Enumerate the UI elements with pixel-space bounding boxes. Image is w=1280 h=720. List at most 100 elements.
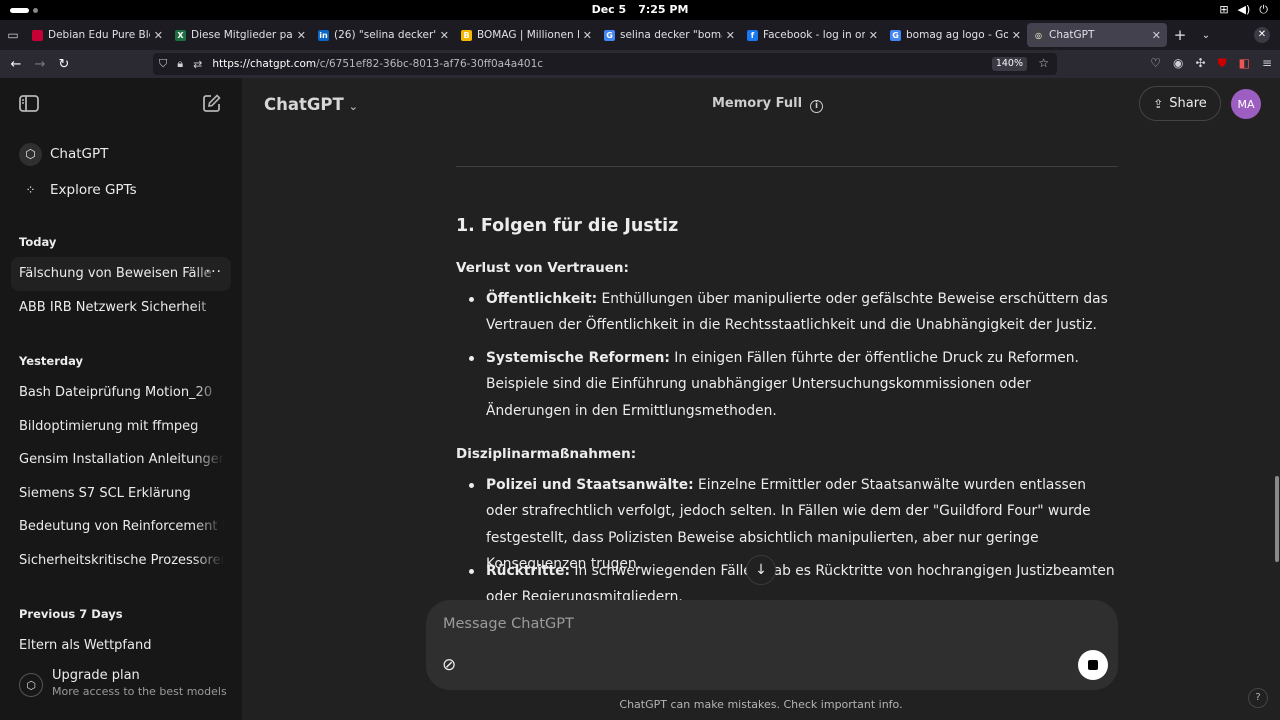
browser-tab-strip: ▭ Debian Edu Pure Blend ✕ X Diese Mitgliede… bbox=[0, 20, 1280, 50]
model-selector[interactable]: ChatGPT ⌄ bbox=[264, 95, 358, 114]
chat-main: ChatGPT ⌄ Memory Full i ⇪ Share MA 1. Folge… bbox=[242, 78, 1280, 720]
upgrade-plan-button[interactable]: ⬡ Upgrade plan More access to the best m… bbox=[19, 668, 227, 698]
sidebar-item-label: Explore GPTs bbox=[50, 182, 137, 198]
bookmark-star-icon[interactable]: ☆ bbox=[1038, 56, 1049, 70]
browser-tab[interactable]: in (26) "selina decker" | Su ✕ bbox=[312, 23, 455, 47]
more-options-icon[interactable]: ··· bbox=[206, 264, 222, 280]
tab-title: (26) "selina decker" | Su bbox=[334, 29, 436, 41]
account-icon[interactable]: ◉ bbox=[1173, 56, 1183, 71]
system-top-bar: Dec 5 7:25 PM ⊞ ◀) ⏻ bbox=[0, 0, 1280, 20]
section-header-today: Today bbox=[19, 235, 57, 249]
chat-title: Fälschung von Beweisen Fälle bbox=[19, 266, 212, 282]
menu-hamburger-icon[interactable]: ≡ bbox=[1262, 56, 1272, 71]
chat-history-item[interactable]: Sicherheitskritische Prozessorenwa bbox=[0, 544, 242, 578]
share-button[interactable]: ⇪ Share bbox=[1139, 86, 1221, 121]
tab-title: BOMAG | Millionen Kilo bbox=[477, 29, 579, 41]
pocket-icon[interactable]: ♡ bbox=[1150, 56, 1161, 71]
tab-title: Facebook - log in or sig bbox=[763, 29, 865, 41]
chat-history-item[interactable]: ABB IRB Netzwerk Sicherheit bbox=[0, 291, 242, 325]
avatar[interactable]: MA bbox=[1231, 89, 1261, 119]
help-button[interactable]: ? bbox=[1248, 688, 1268, 708]
section-header-previous-7-days: Previous 7 Days bbox=[19, 607, 123, 621]
browser-tab[interactable]: ◎ ChatGPT ✕ bbox=[1027, 23, 1167, 47]
browser-nav-bar: ← → ↻ ⛉ 🔒︎ ⇄ https://chatgpt.com/c/6751e… bbox=[0, 50, 1280, 78]
section-header-yesterday: Yesterday bbox=[19, 354, 84, 368]
system-tray[interactable]: ⊞ ◀) ⏻ bbox=[1219, 3, 1268, 17]
model-name: ChatGPT bbox=[264, 95, 344, 114]
sidebar-item-chatgpt[interactable]: ⬡ ChatGPT bbox=[0, 136, 242, 172]
lock-icon[interactable]: 🔒︎ bbox=[177, 57, 183, 71]
close-tab-icon[interactable]: ✕ bbox=[297, 29, 306, 42]
scroll-to-bottom-arrow-icon[interactable]: ↓ bbox=[746, 555, 776, 585]
chat-title: ABB IRB Netzwerk Sicherheit bbox=[19, 299, 207, 315]
address-bar[interactable]: ⛉ 🔒︎ ⇄ https://chatgpt.com/c/6751ef82-36… bbox=[153, 53, 1057, 75]
tab-title: ChatGPT bbox=[1049, 29, 1095, 41]
chat-history-item[interactable]: Gensim Installation Anleitungen bbox=[0, 443, 242, 477]
close-window-icon[interactable]: ✕ bbox=[1254, 27, 1270, 43]
favicon-icon: X bbox=[175, 29, 186, 41]
memory-status[interactable]: Memory Full i bbox=[712, 96, 824, 113]
browser-tab[interactable]: Debian Edu Pure Blend ✕ bbox=[26, 23, 169, 47]
firefox-view-icon[interactable]: ▭ bbox=[0, 28, 26, 42]
toolbar-extensions: ♡ ◉ ✣ ⛊ ◧ ≡ bbox=[1150, 56, 1272, 71]
extension-flag-icon[interactable]: ◧ bbox=[1239, 56, 1250, 71]
browser-tab[interactable]: Gselina decker "bomag" - ✕ bbox=[598, 23, 741, 47]
clock-date: Dec 5 bbox=[591, 3, 627, 16]
chat-history-item[interactable]: Fälschung von Beweisen Fälle ··· bbox=[11, 257, 231, 291]
extensions-icon[interactable]: ✣ bbox=[1196, 56, 1206, 71]
sidebar-item-explore-gpts[interactable]: ⁘ Explore GPTs bbox=[0, 172, 242, 208]
url-text[interactable]: https://chatgpt.com/c/6751ef82-36bc-8013… bbox=[212, 58, 543, 70]
tab-title: Debian Edu Pure Blend bbox=[48, 29, 150, 41]
chat-sidebar: ⬡ ChatGPT ⁘ Explore GPTs Today Fälschung v… bbox=[0, 78, 242, 720]
close-tab-icon[interactable]: ✕ bbox=[1152, 29, 1161, 42]
share-icon: ⇪ bbox=[1153, 96, 1164, 111]
reload-icon[interactable]: ↻ bbox=[52, 57, 76, 72]
browser-tab[interactable]: Gbomag ag logo - Google ✕ bbox=[884, 23, 1027, 47]
close-tab-icon[interactable]: ✕ bbox=[440, 29, 449, 42]
new-tab-button[interactable]: + bbox=[1167, 26, 1193, 44]
system-clock[interactable]: Dec 5 7:25 PM bbox=[0, 3, 1280, 16]
bullet-term: Systemische Reformen: bbox=[486, 350, 670, 366]
chat-history-item[interactable]: Bildoptimierung mit ffmpeg bbox=[0, 410, 242, 444]
message-composer[interactable]: Message ChatGPT ⊘ bbox=[426, 600, 1118, 690]
paperclip-icon[interactable]: ⊘ bbox=[442, 655, 456, 675]
chevron-down-icon: ⌄ bbox=[348, 100, 358, 113]
disclaimer-text: ChatGPT can make mistakes. Check importa… bbox=[619, 698, 903, 711]
list-item: Systemische Reformen: In einigen Fällen … bbox=[469, 345, 1118, 424]
stop-generating-button[interactable] bbox=[1078, 650, 1108, 680]
message-input-placeholder[interactable]: Message ChatGPT bbox=[443, 616, 574, 632]
bullet-term: Rücktritte: bbox=[486, 563, 570, 579]
url-path: /c/6751ef82-36bc-8013-af76-30ff0a4a401c bbox=[316, 58, 544, 70]
sidebar-toggle-icon[interactable] bbox=[19, 95, 39, 112]
new-chat-icon[interactable] bbox=[202, 94, 221, 113]
chat-header: ChatGPT ⌄ Memory Full i ⇪ Share MA bbox=[242, 78, 1280, 130]
browser-tab[interactable]: f Facebook - log in or sig ✕ bbox=[741, 23, 884, 47]
conversation: 1. Folgen für die Justiz Verlust von Ver… bbox=[456, 130, 1118, 602]
zoom-level-badge[interactable]: 140% bbox=[991, 57, 1027, 71]
chat-title: Sicherheitskritische Prozessorenwa bbox=[19, 552, 224, 568]
share-label: Share bbox=[1169, 96, 1207, 111]
memory-label: Memory Full bbox=[712, 96, 803, 111]
close-tab-icon[interactable]: ✕ bbox=[726, 29, 735, 42]
back-arrow-icon[interactable]: ← bbox=[4, 57, 28, 72]
chat-title: Bash Dateiprüfung Motion_20 bbox=[19, 385, 213, 401]
info-icon[interactable]: i bbox=[810, 100, 824, 113]
close-tab-icon[interactable]: ✕ bbox=[583, 29, 592, 42]
close-tab-icon[interactable]: ✕ bbox=[869, 29, 878, 42]
chat-history-item[interactable]: Eltern als Wettpfand bbox=[0, 629, 242, 663]
power-icon: ⏻ bbox=[1259, 3, 1268, 16]
close-tab-icon[interactable]: ✕ bbox=[1012, 29, 1021, 42]
chat-history-item[interactable]: Bedeutung von Reinforcement Lear bbox=[0, 510, 242, 544]
divider bbox=[456, 166, 1118, 167]
chat-history-item[interactable]: Siemens S7 SCL Erklärung bbox=[0, 477, 242, 511]
permissions-icon[interactable]: ⇄ bbox=[193, 58, 202, 71]
forward-arrow-icon[interactable]: → bbox=[28, 57, 52, 72]
ublock-icon[interactable]: ⛊ bbox=[1218, 56, 1227, 71]
browser-tab[interactable]: X Diese Mitglieder passen ✕ bbox=[169, 23, 312, 47]
tracking-shield-icon[interactable]: ⛉ bbox=[159, 57, 167, 71]
list-all-tabs-chevron-icon[interactable]: ⌄ bbox=[1193, 30, 1219, 41]
scrollbar[interactable] bbox=[1275, 476, 1279, 562]
chat-history-item[interactable]: Bash Dateiprüfung Motion_20 bbox=[0, 376, 242, 410]
browser-tab[interactable]: B BOMAG | Millionen Kilo ✕ bbox=[455, 23, 598, 47]
close-tab-icon[interactable]: ✕ bbox=[154, 29, 163, 42]
